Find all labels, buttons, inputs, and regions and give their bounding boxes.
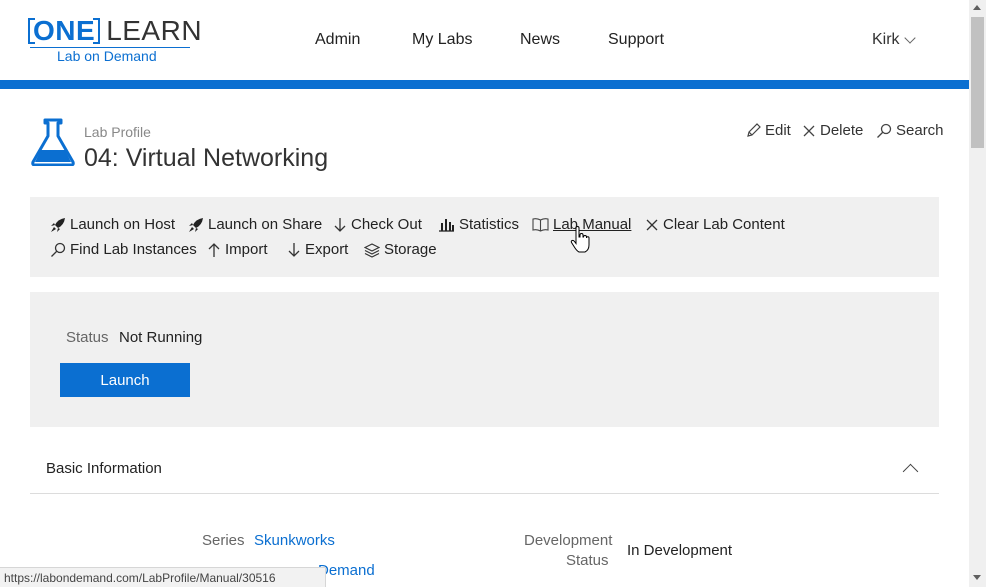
search-icon <box>877 123 892 138</box>
status-label: Status <box>66 329 109 346</box>
lab-manual-label: Lab Manual <box>553 216 632 233</box>
import-button[interactable]: Import <box>207 241 268 258</box>
series-link[interactable]: Skunkworks <box>254 532 335 549</box>
partial-link[interactable]: Demand <box>318 562 375 579</box>
layers-icon <box>364 242 380 258</box>
chevron-down-icon <box>903 32 916 44</box>
section-divider <box>30 493 939 494</box>
arrow-up-icon <box>208 242 220 257</box>
logo-learn-text: LEARN <box>106 15 203 46</box>
user-name: Kirk <box>872 31 900 48</box>
scroll-down-arrow-icon[interactable] <box>973 575 981 580</box>
check-out-label: Check Out <box>351 216 422 233</box>
breadcrumb[interactable]: Lab Profile <box>84 124 151 140</box>
launch-on-share-button[interactable]: Launch on Share <box>188 216 322 233</box>
one-learn-logo[interactable]: ONE LEARN Lab on Demand <box>28 15 202 65</box>
basic-information-header[interactable]: Basic Information <box>46 460 162 477</box>
series-label: Series <box>202 532 245 549</box>
development-status-label-line1: Development <box>524 532 613 549</box>
pencil-icon <box>747 122 761 137</box>
nav-admin[interactable]: Admin <box>315 31 360 49</box>
lab-flask-icon <box>31 118 75 166</box>
launch-on-host-button[interactable]: Launch on Host <box>50 216 175 233</box>
rocket-icon <box>189 217 203 232</box>
find-lab-instances-label: Find Lab Instances <box>70 241 197 258</box>
search-button[interactable]: Search <box>876 122 944 139</box>
development-status-label-line2: Status <box>566 552 609 569</box>
nav-news[interactable]: News <box>520 31 560 49</box>
delete-label: Delete <box>820 122 864 139</box>
storage-label: Storage <box>384 241 437 258</box>
launch-on-host-label: Launch on Host <box>70 216 176 233</box>
logo-subtitle: Lab on Demand <box>57 48 157 64</box>
check-out-button[interactable]: Check Out <box>333 216 422 233</box>
arrow-down-icon <box>288 242 300 257</box>
statistics-label: Statistics <box>459 216 520 233</box>
nav-support[interactable]: Support <box>608 31 664 49</box>
import-label: Import <box>225 241 268 258</box>
logo-one-text: ONE <box>28 15 101 47</box>
close-icon <box>803 125 815 136</box>
status-value: Not Running <box>119 329 203 346</box>
bar-chart-icon <box>439 218 454 232</box>
open-book-icon <box>532 217 549 232</box>
browser-status-url: https://labondemand.com/LabProfile/Manua… <box>0 567 326 587</box>
edit-button[interactable]: Edit <box>745 122 791 139</box>
export-button[interactable]: Export <box>287 241 348 258</box>
clear-lab-content-label: Clear Lab Content <box>663 216 785 233</box>
arrow-down-icon <box>334 217 346 232</box>
header-accent-bar <box>0 80 969 89</box>
close-icon <box>646 219 658 230</box>
export-label: Export <box>305 241 349 258</box>
development-status-value: In Development <box>627 542 733 559</box>
scroll-up-arrow-icon[interactable] <box>973 5 981 10</box>
user-menu[interactable]: Kirk <box>872 31 916 49</box>
storage-button[interactable]: Storage <box>364 241 437 258</box>
rocket-icon <box>51 217 65 232</box>
edit-label: Edit <box>765 122 791 139</box>
scrollbar-thumb[interactable] <box>971 17 984 148</box>
nav-my-labs[interactable]: My Labs <box>412 31 472 49</box>
find-lab-instances-button[interactable]: Find Lab Instances <box>50 241 197 258</box>
lab-toolbar: Launch on Host Launch on Share Check Out… <box>30 197 939 277</box>
search-label: Search <box>896 122 944 139</box>
launch-button[interactable]: Launch <box>60 363 190 397</box>
clear-lab-content-button[interactable]: Clear Lab Content <box>645 216 785 233</box>
status-panel: Status Not Running Launch <box>30 292 939 427</box>
page-scrollbar[interactable] <box>969 0 986 587</box>
hand-cursor-icon <box>570 226 590 253</box>
delete-button[interactable]: Delete <box>802 122 863 139</box>
header: ONE LEARN Lab on Demand Admin My Labs Ne… <box>0 0 969 80</box>
chevron-up-icon[interactable] <box>902 463 919 480</box>
statistics-button[interactable]: Statistics <box>438 216 519 233</box>
page-title: 04: Virtual Networking <box>84 144 329 172</box>
search-icon <box>51 242 66 257</box>
launch-on-share-label: Launch on Share <box>208 216 323 233</box>
